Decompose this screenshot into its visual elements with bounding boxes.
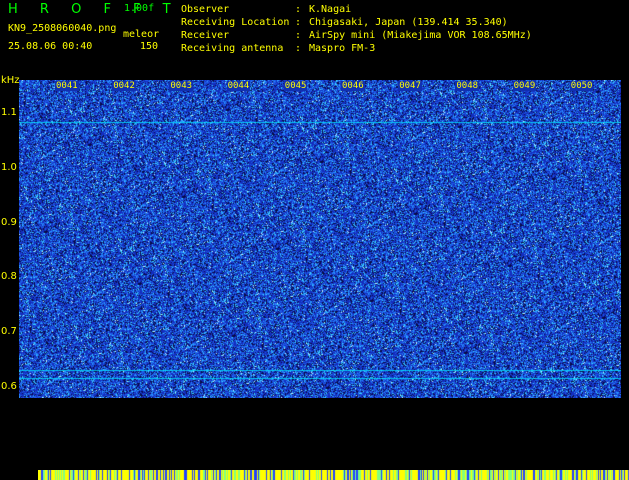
time-tick-label: 0047 [398, 81, 422, 91]
version-label: 1.00f [124, 3, 155, 14]
y-tick-label: 0.8 [1, 271, 17, 283]
meta-row-receiver: Receiver: AirSpy mini (Miakejima VOR 108.… [181, 29, 532, 42]
meta-value: AirSpy mini (Miakejima VOR 108.65MHz) [309, 30, 532, 41]
waterfall-canvas [19, 80, 621, 398]
filename-label: KN9_2508060040.png [8, 23, 117, 34]
time-tick-label: 0050 [569, 81, 594, 91]
meta-separator: : [295, 17, 302, 28]
count-label: 150 [140, 41, 159, 52]
datetime-label: 25.08.06 00:40 [8, 41, 93, 52]
meta-value: K.Nagai [309, 4, 352, 15]
meta-label: Observer [181, 4, 230, 15]
meta-separator: : [295, 30, 302, 41]
spectrogram-plot [19, 80, 629, 480]
time-tick-label: 0043 [169, 81, 194, 91]
meta-row-observer: Observer: K.Nagai [181, 3, 532, 16]
y-tick-label: 0.7 [1, 326, 17, 338]
meta-separator: : [295, 43, 302, 54]
meta-row-antenna: Receiving antenna: Maspro FM-3 [181, 42, 532, 55]
time-tick-label: 0042 [112, 81, 136, 91]
signal-strength-bar [38, 470, 629, 480]
time-tick-label: 0041 [55, 81, 79, 91]
y-tick-label: 0.6 [1, 381, 17, 393]
y-tick-label: 1.1 [1, 106, 17, 118]
time-tick-label: 0049 [512, 81, 537, 91]
meta-row-location: Receiving Location: Chigasaki, Japan (139… [181, 16, 532, 29]
time-tick-label: 0048 [455, 81, 480, 91]
y-tick-label: 1.0 [1, 161, 17, 173]
meta-label: Receiving Location [181, 17, 290, 28]
time-tick-label: 0045 [283, 81, 308, 91]
meta-separator: : [295, 4, 302, 15]
y-axis-unit: kHz [1, 75, 20, 86]
y-tick-label: 0.9 [1, 216, 17, 228]
meta-value: Maspro FM-3 [309, 43, 376, 54]
meta-value: Chigasaki, Japan (139.414 35.340) [309, 17, 508, 28]
mode-label: meleor [123, 29, 160, 40]
time-tick-label: 0044 [226, 81, 251, 91]
time-tick-label: 0046 [341, 81, 365, 91]
station-info: Observer: K.Nagai Receiving Location: Chig… [181, 3, 532, 55]
meta-label: Receiving antenna [181, 43, 284, 54]
meta-label: Receiver [181, 30, 230, 41]
